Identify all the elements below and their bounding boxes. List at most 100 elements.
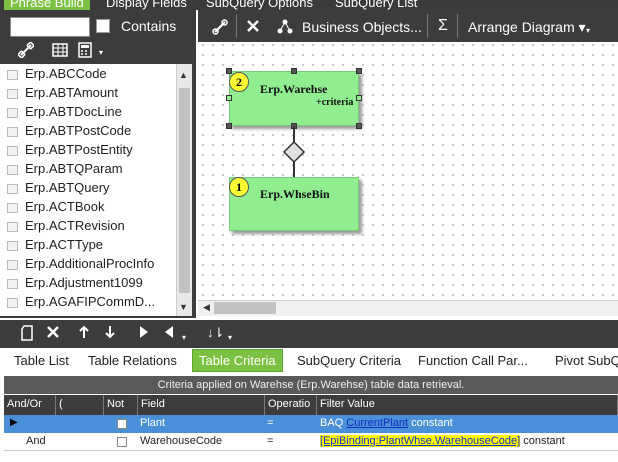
sigma-icon[interactable]: Σ	[438, 17, 448, 35]
criteria-description: Criteria applied on Warehse (Erp.Warehse…	[4, 376, 618, 394]
top-tab-strip: Phrase Build Display Fields SubQuery Opt…	[0, 0, 618, 10]
criteria-grid: And/Or ( Not Field Operatio Filter Value…	[4, 395, 618, 455]
tab-table-criteria[interactable]: Table Criteria	[192, 349, 283, 372]
diagram-h-scroll-thumb[interactable]	[214, 302, 276, 314]
delete-criteria-icon[interactable]	[46, 325, 60, 342]
column-header-field[interactable]: Field	[138, 395, 265, 415]
current-plant-link[interactable]: CurrentPlant	[346, 417, 408, 429]
move-down-icon[interactable]	[104, 325, 116, 342]
resize-handle[interactable]	[226, 95, 232, 101]
link-icon[interactable]	[17, 41, 35, 62]
table-icon	[7, 203, 18, 213]
tab-display-fields[interactable]: Display Fields	[106, 0, 187, 10]
query-diagram-canvas[interactable]	[198, 10, 618, 318]
tab-table-relations[interactable]: Table Relations	[88, 353, 177, 368]
andor-cell[interactable]: And	[26, 435, 46, 447]
list-item[interactable]: Erp.ACTRevision	[0, 217, 176, 236]
list-item[interactable]: Erp.ABTPostCode	[0, 122, 176, 141]
column-header-not[interactable]: Not	[104, 395, 138, 415]
contains-checkbox[interactable]	[96, 19, 110, 33]
operation-cell[interactable]: =	[267, 417, 273, 429]
table-icon	[7, 89, 18, 99]
not-checkbox[interactable]	[117, 419, 127, 429]
play-icon[interactable]	[139, 325, 149, 342]
list-item[interactable]: Erp.ABTPostEntity	[0, 141, 176, 160]
move-up-icon[interactable]	[78, 325, 90, 342]
filter-value-cell[interactable]: BAQ CurrentPlant constant	[320, 417, 453, 429]
table-icon	[7, 127, 18, 137]
table-icon	[7, 222, 18, 232]
scroll-up-arrow-icon[interactable]: ▲	[179, 70, 188, 80]
table-node-name: Erp.Warehse	[260, 82, 328, 96]
resize-handle[interactable]	[291, 68, 297, 74]
column-header-paren[interactable]: (	[56, 395, 104, 415]
table-icon	[7, 70, 18, 80]
table-search-input[interactable]	[10, 17, 90, 37]
tab-subquery-options[interactable]: SubQuery Options	[206, 0, 313, 10]
criteria-indicator: +criteria	[316, 97, 354, 108]
sort-icon[interactable]: ↓⇂	[207, 325, 224, 341]
list-item[interactable]: Erp.AGAFIPCommD...	[0, 293, 176, 312]
list-item[interactable]: Erp.ABTQuery	[0, 179, 176, 198]
business-objects-button[interactable]: Business Objects...	[302, 19, 422, 35]
dropdown-arrow-icon[interactable]: ▾	[182, 333, 186, 342]
epibinding-link[interactable]: [EpiBinding:PlantWhse.WarehouseCode]	[320, 435, 521, 447]
list-item[interactable]: Erp.ABTDocLine	[0, 103, 176, 122]
dropdown-arrow-icon[interactable]: ▾	[99, 48, 103, 57]
dropdown-arrow-icon[interactable]: ▾	[586, 26, 590, 35]
contains-label: Contains	[121, 18, 177, 34]
list-item[interactable]: Erp.ACTType	[0, 236, 176, 255]
list-item[interactable]: Erp.ABCCode	[0, 65, 176, 84]
toolbar-divider	[457, 14, 458, 38]
back-icon[interactable]	[164, 325, 174, 342]
table-node-name: Erp.WhseBin	[260, 187, 330, 201]
resize-handle[interactable]	[356, 68, 362, 74]
resize-handle[interactable]	[356, 95, 362, 101]
list-item[interactable]: Erp.ABTAmount	[0, 84, 176, 103]
list-item[interactable]: Erp.Adjustment1099	[0, 274, 176, 293]
toolbar-divider	[236, 14, 237, 38]
list-item[interactable]: Erp.AdditionalProcInfo	[0, 255, 176, 274]
row-selector-icon: ▶	[10, 417, 18, 428]
dropdown-arrow-icon[interactable]: ▾	[228, 333, 232, 342]
list-item[interactable]: Erp.ABTQParam	[0, 160, 176, 179]
table-order-badge: 1	[229, 177, 249, 197]
table-order-badge: 2	[229, 72, 249, 92]
column-header-andor[interactable]: And/Or	[4, 395, 56, 415]
tab-pivot-subquery[interactable]: Pivot SubQ	[555, 353, 618, 368]
resize-handle[interactable]	[356, 123, 362, 129]
tab-table-list[interactable]: Table List	[14, 353, 69, 368]
arrange-diagram-button[interactable]: Arrange Diagram ▾	[468, 19, 586, 36]
tab-phrase-build[interactable]: Phrase Build	[4, 0, 90, 10]
table-row[interactable]: And WarehouseCode = [EpiBinding:PlantWhs…	[4, 433, 618, 451]
tab-subquery-list[interactable]: SubQuery List	[335, 0, 417, 10]
filter-value-cell[interactable]: [EpiBinding:PlantWhse.WarehouseCode] con…	[320, 435, 565, 447]
delete-icon[interactable]	[246, 19, 260, 36]
table-list: Erp.ABCCode Erp.ABTAmount Erp.ABTDocLine…	[0, 64, 176, 316]
resize-handle[interactable]	[226, 123, 232, 129]
table-row[interactable]: ▶ Plant = BAQ CurrentPlant constant	[4, 415, 618, 433]
not-checkbox[interactable]	[117, 437, 127, 447]
table-icon	[7, 146, 18, 156]
grid-view-icon[interactable]	[52, 42, 68, 62]
table-icon	[7, 260, 18, 270]
scroll-left-arrow-icon[interactable]: ◀	[203, 302, 210, 313]
column-header-operation[interactable]: Operatio	[265, 395, 317, 415]
toolbar-divider	[427, 14, 428, 38]
field-cell[interactable]: Plant	[140, 417, 165, 429]
resize-handle[interactable]	[226, 68, 232, 74]
table-icon	[7, 184, 18, 194]
list-item[interactable]: Erp.ACTBook	[0, 198, 176, 217]
table-icon	[7, 165, 18, 175]
new-criteria-icon[interactable]	[20, 325, 34, 344]
field-cell[interactable]: WarehouseCode	[140, 435, 222, 447]
column-header-filter-value[interactable]: Filter Value	[317, 395, 618, 415]
scroll-down-arrow-icon[interactable]: ▼	[179, 302, 188, 312]
link-tool-icon[interactable]	[212, 19, 228, 38]
tab-subquery-criteria[interactable]: SubQuery Criteria	[297, 353, 401, 368]
table-list-scroll-thumb[interactable]	[179, 88, 190, 293]
calculator-icon[interactable]	[77, 42, 93, 62]
tab-function-call-params[interactable]: Function Call Par...	[418, 353, 528, 368]
operation-cell[interactable]: =	[267, 435, 273, 447]
business-objects-icon[interactable]	[277, 19, 293, 38]
